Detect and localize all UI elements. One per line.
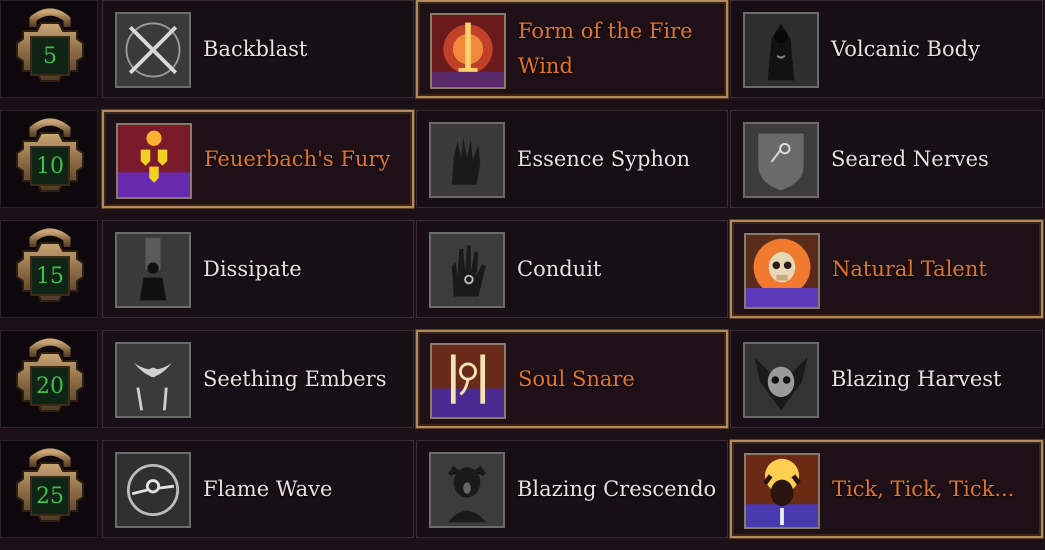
talent-card[interactable]: Flame Wave: [102, 440, 414, 538]
talent-name: Conduit: [517, 256, 602, 281]
talent-card[interactable]: Seething Embers: [102, 330, 414, 428]
open-hand-rune-icon: [429, 232, 505, 308]
horned-skull-icon: [743, 342, 819, 418]
burning-shields-icon: [116, 123, 192, 199]
talent-card[interactable]: Form of the Fire Wind: [416, 0, 728, 98]
talent-row: 5 Backblast Form of the Fire Wind Volcanic …: [0, 0, 1045, 110]
talent-card[interactable]: Dissipate: [102, 220, 414, 318]
talent-card[interactable]: Seared Nerves: [730, 110, 1043, 208]
talent-name: Seething Embers: [203, 366, 387, 391]
talent-card[interactable]: Blazing Crescendo: [416, 440, 728, 538]
talent-card[interactable]: Volcanic Body: [730, 0, 1043, 98]
talent-card[interactable]: Tick, Tick, Tick...: [730, 440, 1043, 538]
padlock-icon: 20: [0, 330, 98, 428]
padlock-icon: 10: [0, 110, 98, 208]
talent-name: Blazing Harvest: [831, 366, 1002, 391]
burning-head-icon: [744, 453, 820, 529]
talent-name: Essence Syphon: [517, 146, 691, 171]
talent-name: Seared Nerves: [831, 146, 989, 171]
padlock-icon: 5: [0, 0, 98, 98]
talent-card[interactable]: Natural Talent: [730, 220, 1043, 318]
flaming-skull-icon: [744, 233, 820, 309]
shield-rune-icon: [743, 122, 819, 198]
talent-name: Volcanic Body: [831, 36, 980, 61]
talent-row: 10 Feuerbach's Fury Essence Syphon Seared N…: [0, 110, 1045, 220]
twin-swords-rune-icon: [430, 343, 506, 419]
talent-card[interactable]: Essence Syphon: [416, 110, 728, 208]
level-requirement: 5: [43, 43, 57, 69]
dove-swords-icon: [115, 342, 191, 418]
dissolving-figure-icon: [115, 232, 191, 308]
talent-name: Soul Snare: [518, 366, 635, 391]
level-requirement: 10: [36, 153, 64, 179]
talent-name: Tick, Tick, Tick...: [832, 476, 1015, 501]
talent-row: 15 Dissipate Conduit Natural Talent: [0, 220, 1045, 330]
talent-name: Flame Wave: [203, 476, 333, 501]
talent-card[interactable]: Blazing Harvest: [730, 330, 1043, 428]
talent-row: 25 Flame Wave Blazing Crescendo Tick, Tick,…: [0, 440, 1045, 550]
grasping-hand-icon: [429, 122, 505, 198]
padlock-icon: 15: [0, 220, 98, 318]
level-requirement: 25: [36, 483, 64, 509]
flaming-sword-icon: [430, 13, 506, 89]
screaming-figure-icon: [429, 452, 505, 528]
talent-row: 20 Seething Embers Soul Snare Blazing Harve…: [0, 330, 1045, 440]
talent-name: Blazing Crescendo: [517, 476, 717, 501]
talent-card[interactable]: Feuerbach's Fury: [102, 110, 414, 208]
level-requirement: 20: [36, 373, 64, 399]
talent-name: Form of the Fire Wind: [518, 19, 693, 78]
talent-card[interactable]: Backblast: [102, 0, 414, 98]
padlock-icon: 25: [0, 440, 98, 538]
talent-name: Backblast: [203, 36, 308, 61]
talent-card[interactable]: Soul Snare: [416, 330, 728, 428]
talent-name: Dissipate: [203, 256, 302, 281]
hooded-figure-icon: [743, 12, 819, 88]
fire-ring-icon: [115, 452, 191, 528]
talent-card[interactable]: Conduit: [416, 220, 728, 318]
talent-name: Natural Talent: [832, 256, 987, 281]
crossed-swords-icon: [115, 12, 191, 88]
level-requirement: 15: [36, 263, 64, 289]
talent-name: Feuerbach's Fury: [204, 146, 391, 171]
